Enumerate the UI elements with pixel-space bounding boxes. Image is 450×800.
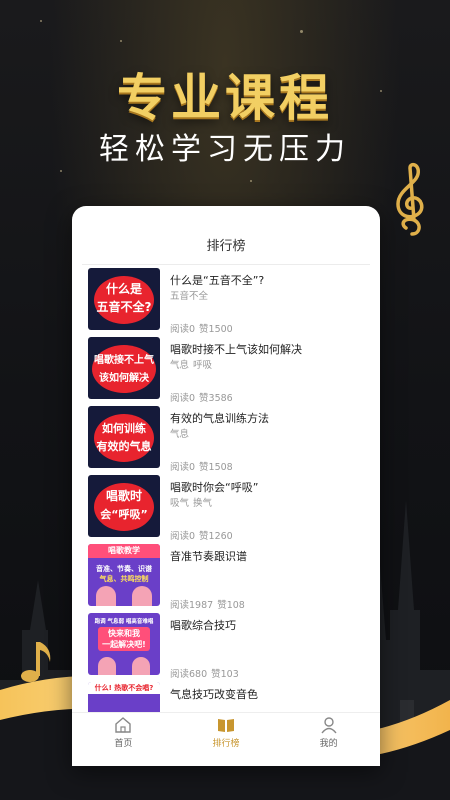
tab-home[interactable]: 首页 <box>88 713 158 750</box>
bottom-tab-bar: 首页 排行榜 我的 <box>72 712 380 750</box>
course-stats: 阅读1987 赞108 <box>170 600 245 611</box>
course-title: 音准节奏跟识谱 <box>170 550 247 563</box>
course-stats: 阅读0 赞1508 <box>170 462 233 473</box>
course-title: 唱歌时你会“呼吸” <box>170 481 259 494</box>
course-title: 有效的气息训练方法 <box>170 412 269 425</box>
course-list: 什么是 五音不全? 什么是“五音不全”? 五音不全 阅读0 赞1500 唱歌接不上… <box>72 266 380 749</box>
course-stats: 阅读0 赞3586 <box>170 393 233 404</box>
music-note-icon <box>21 642 51 682</box>
course-item[interactable]: 如何训练 有效的气息 有效的气息训练方法 气息 阅读0 赞1508 <box>82 404 370 473</box>
course-item[interactable]: 跑调 气息弱 唱高音难唱 快来和我 一起解决吧! 唱歌综合技巧 阅读680 赞10… <box>82 611 370 680</box>
phone-screen: 排行榜 什么是 五音不全? 什么是“五音不全”? 五音不全 阅读0 赞1500 唱… <box>72 206 380 766</box>
tab-label: 我的 <box>319 739 338 749</box>
course-title: 唱歌时接不上气该如何解决 <box>170 343 302 356</box>
course-item[interactable]: 唱歌教学 音准、节奏、识谱 气息、共鸣控制 音准节奏跟识谱 阅读1987 赞108 <box>82 542 370 611</box>
book-icon <box>217 719 234 732</box>
course-title: 唱歌综合技巧 <box>170 619 236 632</box>
course-tags: 气息 <box>170 429 190 440</box>
hero-headline: 专业课程 <box>117 69 333 127</box>
course-thumbnail: 唱歌接不上气 该如何解决 <box>88 337 160 399</box>
page-title: 排行榜 <box>206 239 246 254</box>
course-stats: 阅读0 赞1500 <box>170 324 233 335</box>
tab-label: 排行榜 <box>212 739 240 749</box>
course-thumbnail: 如何训练 有效的气息 <box>88 406 160 468</box>
user-icon <box>321 717 337 734</box>
home-icon <box>115 717 132 733</box>
tab-label: 首页 <box>114 739 133 749</box>
course-thumbnail: 什么是 五音不全? <box>88 268 160 330</box>
treble-clef-icon <box>396 162 424 236</box>
course-item[interactable]: 什么是 五音不全? 什么是“五音不全”? 五音不全 阅读0 赞1500 <box>82 266 370 335</box>
course-item[interactable]: 唱歌接不上气 该如何解决 唱歌时接不上气该如何解决 气息 呼吸 阅读0 赞3586 <box>82 335 370 404</box>
course-tags: 五音不全 <box>170 291 209 302</box>
course-thumbnail: 唱歌时 会“呼吸” <box>88 475 160 537</box>
tab-ranking[interactable]: 排行榜 <box>191 713 261 750</box>
course-thumbnail: 跑调 气息弱 唱高音难唱 快来和我 一起解决吧! <box>88 613 160 675</box>
course-stats: 阅读680 赞103 <box>170 669 239 680</box>
tab-mine[interactable]: 我的 <box>294 713 364 750</box>
course-tags: 气息 呼吸 <box>170 360 213 371</box>
course-stats: 阅读0 赞1260 <box>170 531 233 542</box>
hero-subline: 轻松学习无压力 <box>99 132 351 167</box>
course-item[interactable]: 唱歌时 会“呼吸” 唱歌时你会“呼吸” 吸气 换气 阅读0 赞1260 <box>82 473 370 542</box>
course-tags: 吸气 换气 <box>170 498 213 509</box>
course-title: 什么是“五音不全”? <box>170 274 265 287</box>
course-thumbnail: 唱歌教学 音准、节奏、识谱 气息、共鸣控制 <box>88 544 160 606</box>
course-title: 气息技巧改变音色 <box>170 688 258 701</box>
title-divider <box>82 264 370 265</box>
